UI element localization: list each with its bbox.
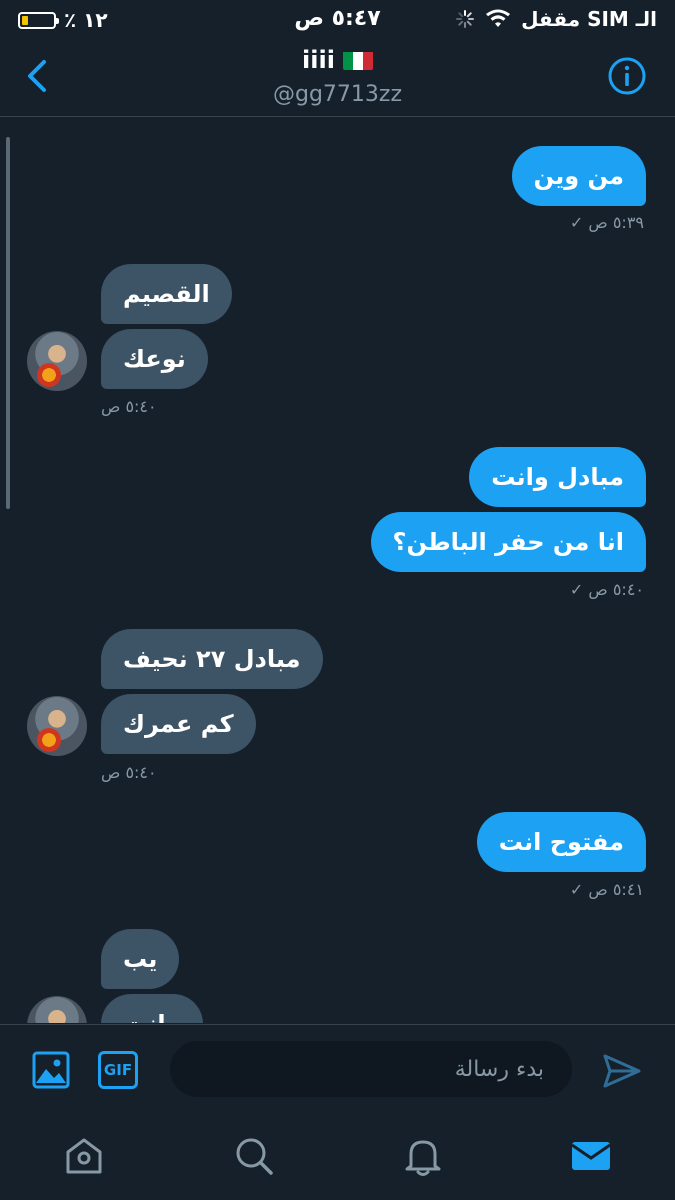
- message-input[interactable]: [170, 1041, 572, 1097]
- message-list[interactable]: من وين ٥:٣٩ ص ✓ القصيم نوعك ٥:٤٠ ص مبادل…: [0, 117, 675, 1023]
- message-bubble-incoming[interactable]: وانت: [101, 994, 203, 1023]
- send-button[interactable]: [602, 1053, 642, 1089]
- message-time: ٥:٤٠ ص: [101, 763, 157, 782]
- conversation-header: iiii @gg7713zz: [0, 38, 675, 117]
- message-meta: ٥:٤٠ ص ✓: [570, 580, 644, 599]
- info-button[interactable]: [607, 56, 647, 96]
- search-icon: [236, 1138, 273, 1175]
- message-bubble-outgoing[interactable]: مبادل وانت: [469, 447, 646, 507]
- message-bubble-outgoing[interactable]: مفتوح انت: [476, 812, 646, 872]
- wifi-icon: [486, 9, 511, 27]
- message-bubble-incoming[interactable]: كم عمرك: [101, 694, 256, 754]
- tab-home[interactable]: [62, 1134, 106, 1178]
- gif-button[interactable]: GIF: [98, 1051, 138, 1089]
- loading-spinner-icon: [456, 10, 475, 28]
- message-time: ٥:٤١ ص: [588, 880, 644, 899]
- carrier-status: الـ SIM مقفل: [455, 7, 657, 31]
- home-icon: [66, 1138, 102, 1174]
- message-time: ٥:٤٠ ص: [101, 397, 157, 416]
- conversation-handle: @gg7713zz: [272, 82, 402, 107]
- carrier-label: الـ SIM مقفل: [521, 7, 657, 31]
- sent-check-icon: ✓: [569, 580, 584, 599]
- italy-flag-icon: [342, 50, 373, 70]
- message-composer: GIF: [0, 1024, 675, 1115]
- avatar[interactable]: [27, 331, 87, 391]
- message-meta: ٥:٤١ ص ✓: [570, 880, 644, 899]
- bell-icon: [405, 1140, 441, 1176]
- tab-messages[interactable]: [569, 1134, 613, 1178]
- scrollbar[interactable]: [6, 137, 10, 509]
- avatar[interactable]: [27, 696, 87, 756]
- conversation-title: iiii: [0, 46, 675, 74]
- message-time: ٥:٣٩ ص: [588, 213, 644, 232]
- tab-bar: [0, 1114, 675, 1200]
- sent-check-icon: ✓: [569, 880, 584, 899]
- add-image-button[interactable]: [32, 1051, 70, 1089]
- status-bar: ١٢ ٪ ٥:٤٧ ص الـ SIM مقفل: [0, 0, 675, 38]
- info-icon: [608, 57, 646, 95]
- sent-check-icon: ✓: [569, 213, 584, 232]
- message-bubble-incoming[interactable]: يب: [101, 929, 180, 989]
- message-bubble-outgoing[interactable]: انا من حفر الباطن؟: [370, 512, 646, 572]
- image-icon: [32, 1051, 70, 1089]
- message-time: ٥:٤٠ ص: [588, 580, 644, 599]
- message-meta: ٥:٣٩ ص ✓: [570, 213, 644, 232]
- message-bubble-incoming[interactable]: القصيم: [101, 264, 232, 324]
- message-bubble-outgoing[interactable]: من وين: [511, 146, 646, 206]
- message-bubble-incoming[interactable]: مبادل ٢٧ نحيف: [101, 629, 323, 689]
- conversation-name: iiii: [302, 46, 335, 74]
- mail-icon: [571, 1142, 611, 1170]
- tab-search[interactable]: [232, 1134, 276, 1178]
- send-icon: [603, 1054, 641, 1088]
- avatar[interactable]: [27, 996, 87, 1023]
- tab-notifications[interactable]: [401, 1134, 445, 1178]
- message-bubble-incoming[interactable]: نوعك: [101, 329, 208, 389]
